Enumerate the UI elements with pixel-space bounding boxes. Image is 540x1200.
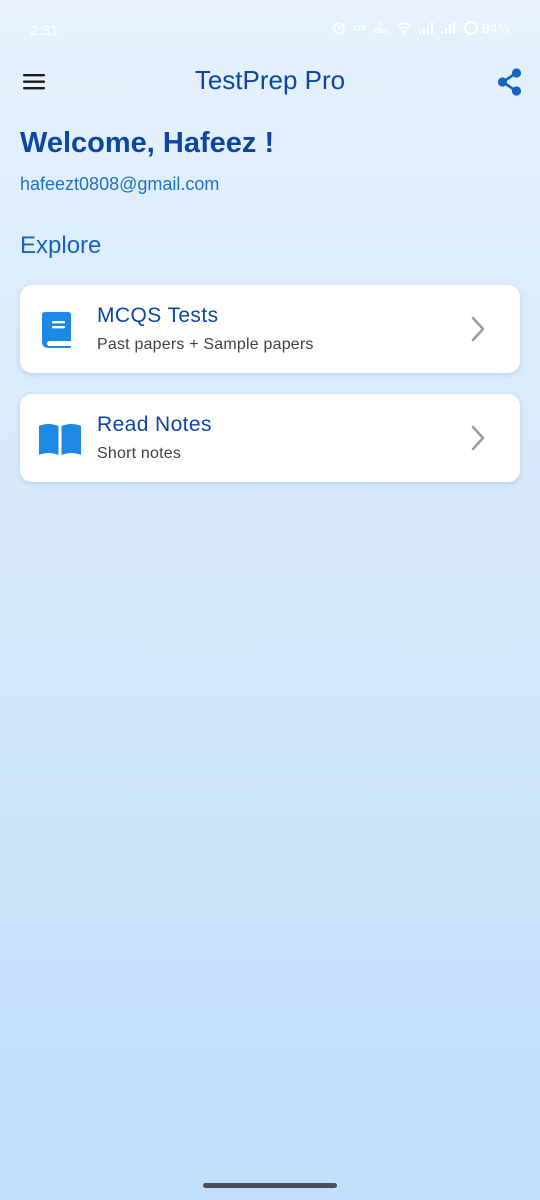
menu-button[interactable] bbox=[22, 70, 48, 94]
battery-percent: 94% bbox=[481, 20, 510, 36]
welcome-heading: Welcome, Hafeez ! bbox=[20, 127, 275, 159]
read-notes-card[interactable]: Read Notes Short notes bbox=[20, 394, 520, 482]
lte-label: LTE bbox=[353, 24, 367, 32]
menu-icon bbox=[23, 74, 45, 90]
alarm-icon bbox=[332, 21, 346, 35]
status-icons: LTE 0 KB/s 94% bbox=[332, 20, 510, 36]
network-speed-icon: 0 KB/s bbox=[373, 21, 389, 35]
volte-icon: LTE bbox=[353, 25, 366, 32]
card-subtitle: Short notes bbox=[97, 445, 182, 462]
card-subtitle: Past papers + Sample papers bbox=[97, 336, 314, 353]
mcqs-tests-card[interactable]: MCQS Tests Past papers + Sample papers bbox=[20, 285, 520, 373]
status-time: 2:31 bbox=[30, 22, 59, 38]
app-title: TestPrep Pro bbox=[194, 65, 346, 95]
signal-icon bbox=[418, 22, 434, 34]
signal-icon bbox=[440, 22, 456, 34]
speed-unit: KB/s bbox=[373, 28, 389, 35]
status-bar: 2:31 LTE 0 KB/s 94% bbox=[0, 0, 540, 62]
explore-heading: Explore bbox=[20, 232, 102, 259]
card-title: Read Notes bbox=[97, 413, 212, 436]
book-icon bbox=[38, 309, 82, 349]
card-title: MCQS Tests bbox=[97, 304, 219, 327]
wifi-icon bbox=[396, 22, 412, 35]
open-book-icon bbox=[38, 418, 82, 458]
home-indicator[interactable] bbox=[203, 1183, 337, 1188]
chevron-right-icon bbox=[470, 316, 486, 342]
battery-icon bbox=[463, 20, 479, 36]
user-email: hafeezt0808@gmail.com bbox=[20, 174, 220, 194]
share-icon bbox=[497, 68, 522, 96]
app-bar: TestPrep Pro bbox=[0, 62, 540, 102]
speed-value: 0 bbox=[379, 21, 383, 28]
share-button[interactable] bbox=[496, 67, 524, 97]
chevron-right-icon bbox=[470, 425, 486, 451]
battery-indicator: 94% bbox=[463, 20, 510, 36]
